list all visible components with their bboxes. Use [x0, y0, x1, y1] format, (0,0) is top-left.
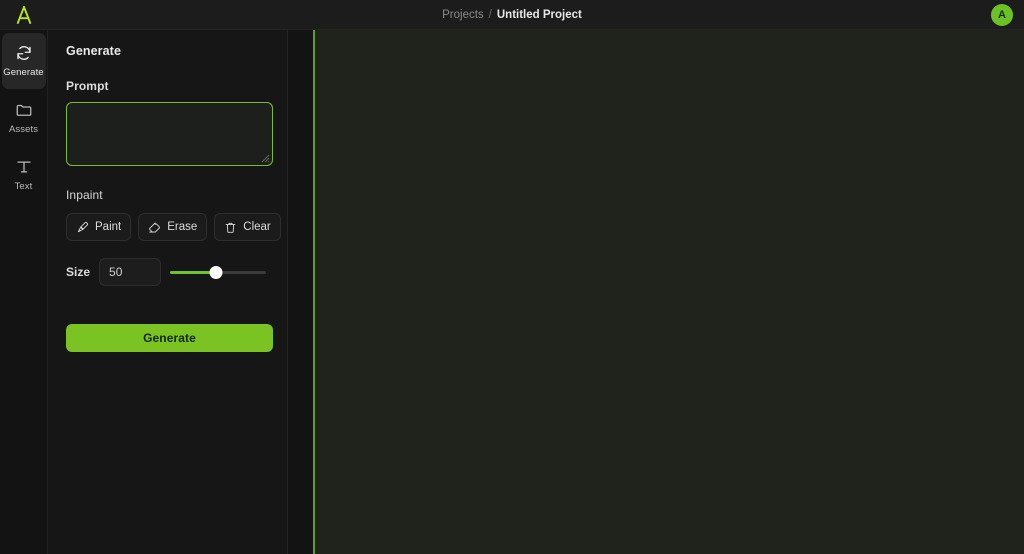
text-t-icon	[16, 161, 31, 173]
prompt-input[interactable]	[67, 103, 272, 165]
rail-item-assets[interactable]: Assets	[2, 90, 46, 146]
rail-item-generate[interactable]: Generate	[1, 33, 46, 89]
prompt-label: Prompt	[66, 79, 109, 93]
clear-tool-label: Clear	[243, 221, 271, 233]
app-logo[interactable]	[0, 0, 48, 30]
paintbrush-icon	[77, 221, 89, 232]
clear-tool-button[interactable]: Clear	[214, 213, 281, 241]
rail-item-text[interactable]: Text	[2, 147, 46, 203]
rail-item-assets-label: Assets	[8, 124, 39, 136]
slider-thumb[interactable]	[209, 265, 223, 279]
app-root: Projects / Untitled Project A Generate A…	[0, 0, 1024, 554]
erase-tool-label: Erase	[167, 221, 198, 233]
letter-a-logo-icon	[16, 5, 32, 24]
body-row: Generate Assets Text Generate Prompt Inp…	[0, 30, 1024, 554]
rail-item-generate-label: Generate	[3, 67, 44, 79]
canvas-area[interactable]	[288, 30, 1024, 554]
brush-size-label: Size	[66, 265, 91, 279]
breadcrumb: Projects / Untitled Project	[0, 0, 1024, 30]
brush-size-input[interactable]	[99, 258, 162, 286]
rail-item-text-label: Text	[14, 181, 33, 193]
eraser-icon	[149, 221, 161, 233]
erase-tool-button[interactable]: Erase	[138, 213, 208, 241]
breadcrumb-separator: /	[488, 9, 492, 21]
paint-tool-button[interactable]: Paint	[66, 213, 132, 241]
brush-size-row: Size	[66, 258, 269, 286]
panel-title: Generate	[66, 44, 121, 58]
canvas-surface[interactable]	[313, 30, 1024, 554]
trash-icon	[225, 222, 236, 233]
paint-tool-label: Paint	[95, 221, 122, 233]
generate-panel: Generate Prompt Inpaint Paint Erase Clea…	[48, 30, 288, 554]
folder-icon	[16, 105, 31, 117]
generate-button[interactable]: Generate	[66, 324, 273, 352]
inpaint-tool-row: Paint Erase Clear	[66, 213, 281, 241]
refresh-cycle-icon	[16, 46, 31, 61]
inpaint-label: Inpaint	[66, 188, 103, 202]
top-bar: Projects / Untitled Project A	[0, 0, 1024, 30]
nav-rail: Generate Assets Text	[0, 30, 48, 554]
user-avatar[interactable]: A	[991, 4, 1013, 26]
prompt-box	[66, 102, 273, 166]
breadcrumb-projects-link[interactable]: Projects	[442, 9, 484, 21]
brush-size-slider[interactable]	[170, 264, 267, 280]
breadcrumb-current-project[interactable]: Untitled Project	[497, 9, 582, 21]
